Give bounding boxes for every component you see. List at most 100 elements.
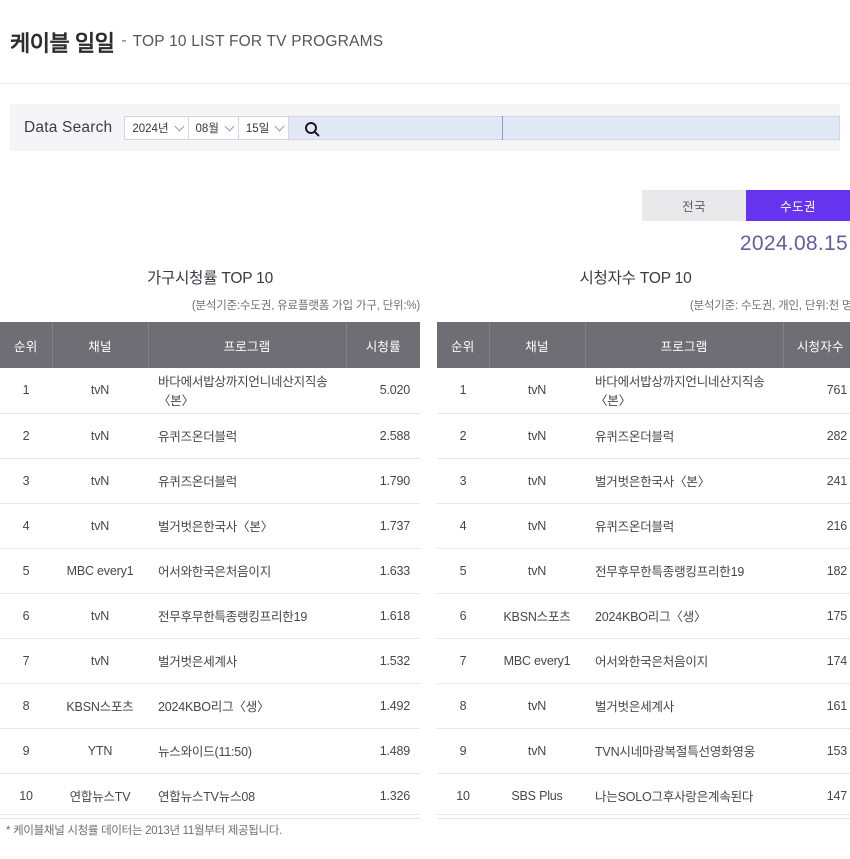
cell-rank: 10 [0,773,52,819]
cell-value: 216 [783,503,850,549]
cell-rank: 10 [437,773,489,819]
column-header-value: 시청률 [346,322,420,368]
cell-value: 1.532 [346,638,420,684]
region-tab-nationwide[interactable]: 전국 [642,190,746,221]
page-title-english: TOP 10 LIST FOR TV PROGRAMS [132,32,384,50]
table-row[interactable]: 6 KBSN스포츠 2024KBO리그〈생〉 175 [437,593,850,639]
cell-channel: MBC every1 [52,548,148,594]
household-rating-panel: 가구시청률 TOP 10 (분석기준:수도권, 유료플랫폼 가입 가구, 단위:… [0,266,420,819]
month-select[interactable]: 08월 [187,115,238,140]
cell-value: 153 [783,728,850,774]
cell-channel: tvN [489,458,585,504]
cell-value: 5.020 [346,368,420,414]
cell-value: 147 [783,773,850,819]
viewer-count-subtitle: (분석기준: 수도권, 개인, 단위:천 명) [689,300,850,312]
cell-program: TVN시네마광복절특선영화영웅 [585,728,783,774]
table-row[interactable]: 1 tvN 바다에서밥상까지언니네산지직송〈본〉 5.020 [0,368,420,414]
column-header-value: 시청자수 [783,322,850,368]
table-header-row: 순위 채널 프로그램 시청자수 [437,322,850,368]
cell-value: 174 [783,638,850,684]
cell-rank: 5 [0,548,52,594]
cell-rank: 5 [437,548,489,594]
data-search-label: Data Search [24,118,113,136]
cell-program: 뉴스와이드(11:50) [148,728,346,774]
table-row[interactable]: 8 tvN 벌거벗은세계사 161 [437,683,850,729]
cell-rank: 3 [0,458,52,504]
table-row[interactable]: 4 tvN 벌거벗은한국사〈본〉 1.737 [0,503,420,549]
cell-value: 761 [783,368,850,414]
table-row[interactable]: 3 tvN 유퀴즈온더블럭 1.790 [0,458,420,504]
cell-channel: tvN [52,593,148,639]
cell-value: 241 [783,458,850,504]
cell-value: 182 [783,548,850,594]
cell-program: 나는SOLO그후사랑은계속된다 [585,773,783,819]
cell-program: 2024KBO리그〈생〉 [148,683,346,729]
cell-program: 어서와한국은처음이지 [148,548,346,594]
table-row[interactable]: 6 tvN 전무후무한특종랭킹프리한19 1.618 [0,593,420,639]
cell-channel: tvN [489,413,585,459]
cell-channel: tvN [52,413,148,459]
table-row[interactable]: 7 tvN 벌거벗은세계사 1.532 [0,638,420,684]
right-table-bottom-rule [437,814,850,815]
table-row[interactable]: 9 tvN TVN시네마광복절특선영화영웅 153 [437,728,850,774]
column-header-program: 프로그램 [585,322,784,368]
table-row[interactable]: 3 tvN 벌거벗은한국사〈본〉 241 [437,458,850,504]
search-field-divider [502,115,504,140]
viewer-count-panel: 시청자수 TOP 10 (분석기준: 수도권, 개인, 단위:천 명) 순위 채… [437,266,850,819]
table-row[interactable]: 10 SBS Plus 나는SOLO그후사랑은계속된다 147 [437,773,850,819]
cell-value: 2.588 [346,413,420,459]
table-row[interactable]: 2 tvN 유퀴즈온더블럭 282 [437,413,850,459]
cell-value: 1.618 [346,593,420,639]
table-row[interactable]: 5 MBC every1 어서와한국은처음이지 1.633 [0,548,420,594]
cell-channel: tvN [52,368,148,414]
column-header-program: 프로그램 [148,322,347,368]
cell-rank: 2 [437,413,489,459]
table-row[interactable]: 8 KBSN스포츠 2024KBO리그〈생〉 1.492 [0,683,420,729]
cell-rank: 8 [0,683,52,729]
cell-channel: YTN [52,728,148,774]
cell-program: 어서와한국은처음이지 [585,638,783,684]
search-field[interactable] [288,115,840,140]
cell-channel: KBSN스포츠 [489,593,585,639]
cell-program: 벌거벗은세계사 [585,683,783,729]
data-search-bar: Data Search 2024년 08월 15일 [10,104,840,151]
cell-rank: 9 [0,728,52,774]
cell-channel: tvN [52,503,148,549]
year-select[interactable]: 2024년 [124,115,188,140]
table-row[interactable]: 7 MBC every1 어서와한국은처음이지 174 [437,638,850,684]
chevron-down-icon [224,121,235,131]
table-row[interactable]: 2 tvN 유퀴즈온더블럭 2.588 [0,413,420,459]
cell-program: 벌거벗은세계사 [148,638,346,684]
household-rating-subtitle: (분석기준:수도권, 유료플랫폼 가입 가구, 단위:%) [191,300,420,312]
cell-channel: SBS Plus [489,773,585,819]
cell-channel: tvN [489,683,585,729]
household-rating-rows: 1 tvN 바다에서밥상까지언니네산지직송〈본〉 5.020 2 tvN 유퀴즈온더블럭 2.… [0,368,420,819]
column-header-channel: 채널 [489,322,586,368]
cell-program: 2024KBO리그〈생〉 [585,593,783,639]
table-row[interactable]: 9 YTN 뉴스와이드(11:50) 1.489 [0,728,420,774]
cell-value: 1.492 [346,683,420,729]
cell-value: 1.737 [346,503,420,549]
cell-rank: 9 [437,728,489,774]
cell-value: 1.790 [346,458,420,504]
viewer-count-table: 순위 채널 프로그램 시청자수 1 tvN 바다에서밥상까지언니네산지직송〈본〉 76… [437,322,850,819]
cell-value: 1.489 [346,728,420,774]
cell-rank: 8 [437,683,489,729]
cell-rank: 1 [0,368,52,414]
cell-value: 161 [783,683,850,729]
cell-program: 전무후무한특종랭킹프리한19 [148,593,346,639]
footnote-text: * 케이블채널 시청률 데이터는 2013년 11월부터 제공됩니다. [6,825,283,837]
cell-rank: 4 [0,503,52,549]
household-rating-table: 순위 채널 프로그램 시청률 1 tvN 바다에서밥상까지언니네산지직송〈본〉 5.0… [0,322,420,819]
region-tab-metropolitan[interactable]: 수도권 [746,190,850,221]
table-row[interactable]: 4 tvN 유퀴즈온더블럭 216 [437,503,850,549]
cell-program: 전무후무한특종랭킹프리한19 [585,548,783,594]
column-header-channel: 채널 [52,322,149,368]
cell-channel: tvN [52,638,148,684]
table-row[interactable]: 10 연합뉴스TV 연합뉴스TV뉴스08 1.326 [0,773,420,819]
table-row[interactable]: 1 tvN 바다에서밥상까지언니네산지직송〈본〉 761 [437,368,850,414]
day-select[interactable]: 15일 [237,115,289,140]
table-row[interactable]: 5 tvN 전무후무한특종랭킹프리한19 182 [437,548,850,594]
search-icon[interactable] [289,121,333,134]
cell-program: 유퀴즈온더블럭 [148,413,346,459]
